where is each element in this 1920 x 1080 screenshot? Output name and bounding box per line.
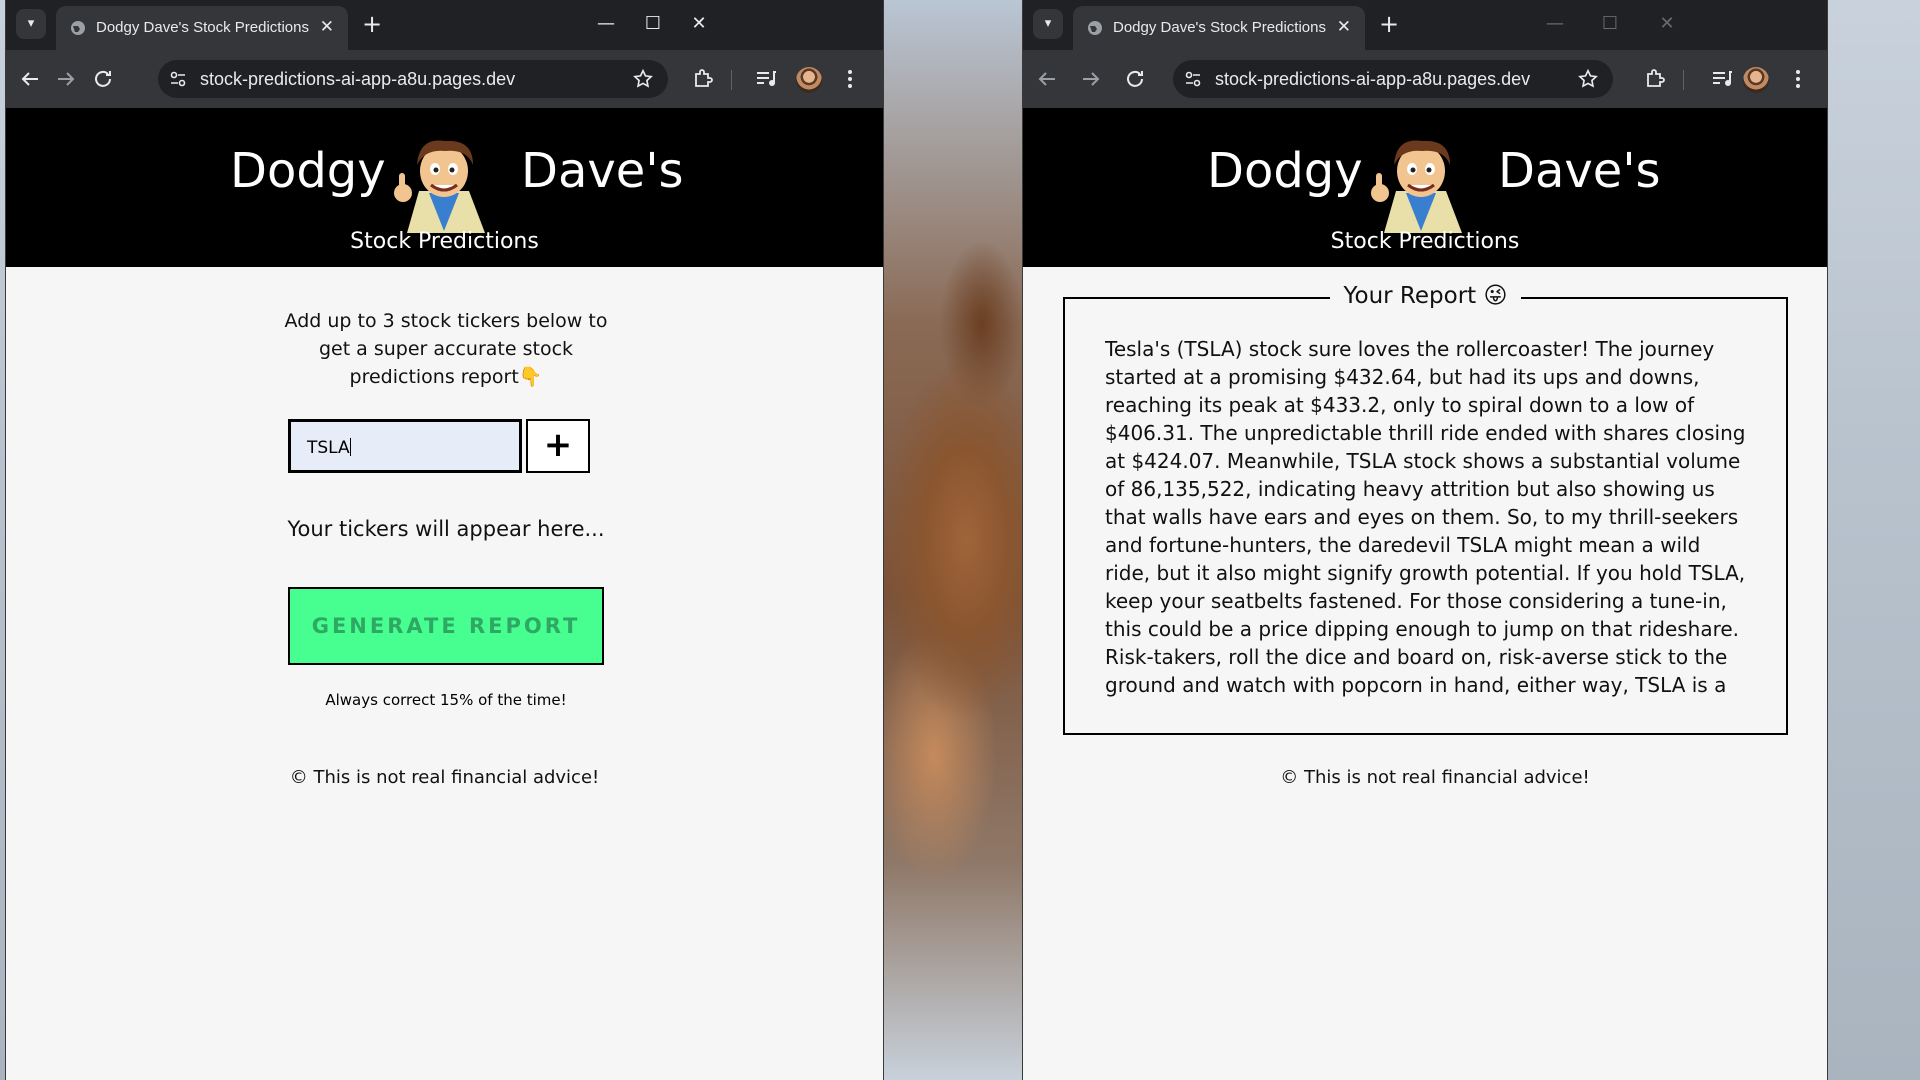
brand-word-right: Dave's: [521, 143, 684, 199]
brand-logo: Dodgy Dave's: [1023, 131, 1827, 233]
back-arrow-icon[interactable]: [18, 67, 42, 91]
generate-report-button[interactable]: GENERATE REPORT: [288, 587, 604, 665]
plus-icon[interactable]: +: [362, 10, 382, 38]
globe-icon: [71, 21, 85, 35]
media-control-icon[interactable]: [754, 67, 778, 91]
site-settings-icon[interactable]: [1183, 69, 1203, 89]
media-control-icon[interactable]: [1710, 67, 1734, 91]
site-subtitle: Stock Predictions: [350, 229, 539, 254]
browser-window-left: ▾ Dodgy Dave's Stock Predictions ✕ + — ☐…: [6, 0, 883, 1080]
footer-disclaimer: © This is not real financial advice!: [289, 767, 600, 788]
close-icon[interactable]: ✕: [1337, 17, 1351, 37]
report-title: Your Report 😜: [1329, 283, 1522, 309]
globe-icon: [1088, 21, 1102, 35]
minimize-icon[interactable]: —: [594, 12, 618, 36]
close-icon[interactable]: ✕: [687, 12, 711, 36]
close-icon[interactable]: ✕: [320, 17, 334, 37]
ticker-input-value: TSLA: [307, 438, 350, 458]
site-settings-icon[interactable]: [168, 69, 188, 89]
minimize-icon[interactable]: —: [1543, 12, 1567, 36]
brand-word-left: Dodgy: [230, 143, 386, 199]
url-text: stock-predictions-ai-app-a8u.pages.dev: [1215, 69, 1531, 89]
brand-word-left: Dodgy: [1207, 143, 1363, 199]
star-icon[interactable]: [1577, 68, 1599, 90]
brand-logo: Dodgy Dave's: [6, 131, 883, 233]
footer-disclaimer: © This is not real financial advice!: [1280, 767, 1590, 788]
reload-icon[interactable]: [91, 67, 115, 91]
address-bar[interactable]: stock-predictions-ai-app-a8u.pages.dev: [1173, 60, 1613, 98]
reload-icon[interactable]: [1123, 67, 1147, 91]
browser-toolbar: stock-predictions-ai-app-a8u.pages.dev: [6, 50, 883, 109]
avatar[interactable]: [796, 67, 822, 93]
intro-text: Add up to 3 stock tickers below to get a…: [284, 310, 608, 388]
tagline: Always correct 15% of the time!: [325, 691, 567, 709]
site-header: Dodgy Dave's Stock Predictions: [6, 109, 883, 267]
chevron-down-icon[interactable]: ▾: [1033, 9, 1063, 39]
url-text: stock-predictions-ai-app-a8u.pages.dev: [200, 69, 516, 89]
kebab-menu-icon[interactable]: [1786, 67, 1810, 91]
text-caret: [349, 438, 351, 456]
tab-bar: ▾ Dodgy Dave's Stock Predictions ✕ + — ☐…: [6, 0, 883, 50]
chevron-down-icon[interactable]: ▾: [16, 9, 46, 39]
forward-arrow-icon[interactable]: [1079, 67, 1103, 91]
report-panel: Your Report 😜 Tesla's (TSLA) stock sure …: [1063, 283, 1788, 735]
star-icon[interactable]: [632, 68, 654, 90]
site-subtitle: Stock Predictions: [1330, 229, 1520, 254]
toolbar-divider: [1683, 70, 1684, 90]
add-ticker-button[interactable]: +: [526, 419, 590, 473]
kebab-menu-icon[interactable]: [838, 67, 862, 91]
address-bar[interactable]: stock-predictions-ai-app-a8u.pages.dev: [158, 60, 668, 98]
plus-icon[interactable]: +: [1379, 10, 1399, 38]
tab-active[interactable]: Dodgy Dave's Stock Predictions ✕: [1073, 6, 1365, 50]
mascot-image: [394, 140, 485, 233]
tab-title: Dodgy Dave's Stock Predictions: [1113, 19, 1326, 36]
browser-window-right: ▾ Dodgy Dave's Stock Predictions ✕ + — ☐…: [1023, 0, 1827, 1080]
desktop-wallpaper: [870, 0, 1030, 1080]
browser-toolbar: stock-predictions-ai-app-a8u.pages.dev: [1023, 50, 1827, 109]
tab-title: Dodgy Dave's Stock Predictions: [96, 19, 309, 36]
site-header: Dodgy Dave's Stock Predictions: [1023, 109, 1827, 267]
maximize-icon[interactable]: ☐: [1598, 12, 1622, 36]
back-arrow-icon[interactable]: [1035, 67, 1059, 91]
ticker-input[interactable]: TSLA: [288, 419, 522, 473]
toolbar-divider: [731, 70, 732, 90]
tab-bar: ▾ Dodgy Dave's Stock Predictions ✕ + — ☐…: [1023, 0, 1827, 50]
avatar[interactable]: [1743, 67, 1769, 93]
close-icon[interactable]: ✕: [1655, 12, 1679, 36]
puzzle-icon[interactable]: [691, 67, 715, 91]
puzzle-icon[interactable]: [1643, 67, 1667, 91]
maximize-icon[interactable]: ☐: [641, 12, 665, 36]
report-heading: Your Report 😜: [1065, 283, 1786, 309]
report-text[interactable]: Tesla's (TSLA) stock sure loves the roll…: [1105, 335, 1748, 697]
tab-active[interactable]: Dodgy Dave's Stock Predictions ✕: [56, 6, 348, 50]
mascot-image: [1371, 140, 1462, 233]
forward-arrow-icon[interactable]: [54, 67, 78, 91]
brand-word-right: Dave's: [1498, 143, 1661, 199]
tickers-placeholder: Your tickers will appear here...: [287, 517, 605, 541]
